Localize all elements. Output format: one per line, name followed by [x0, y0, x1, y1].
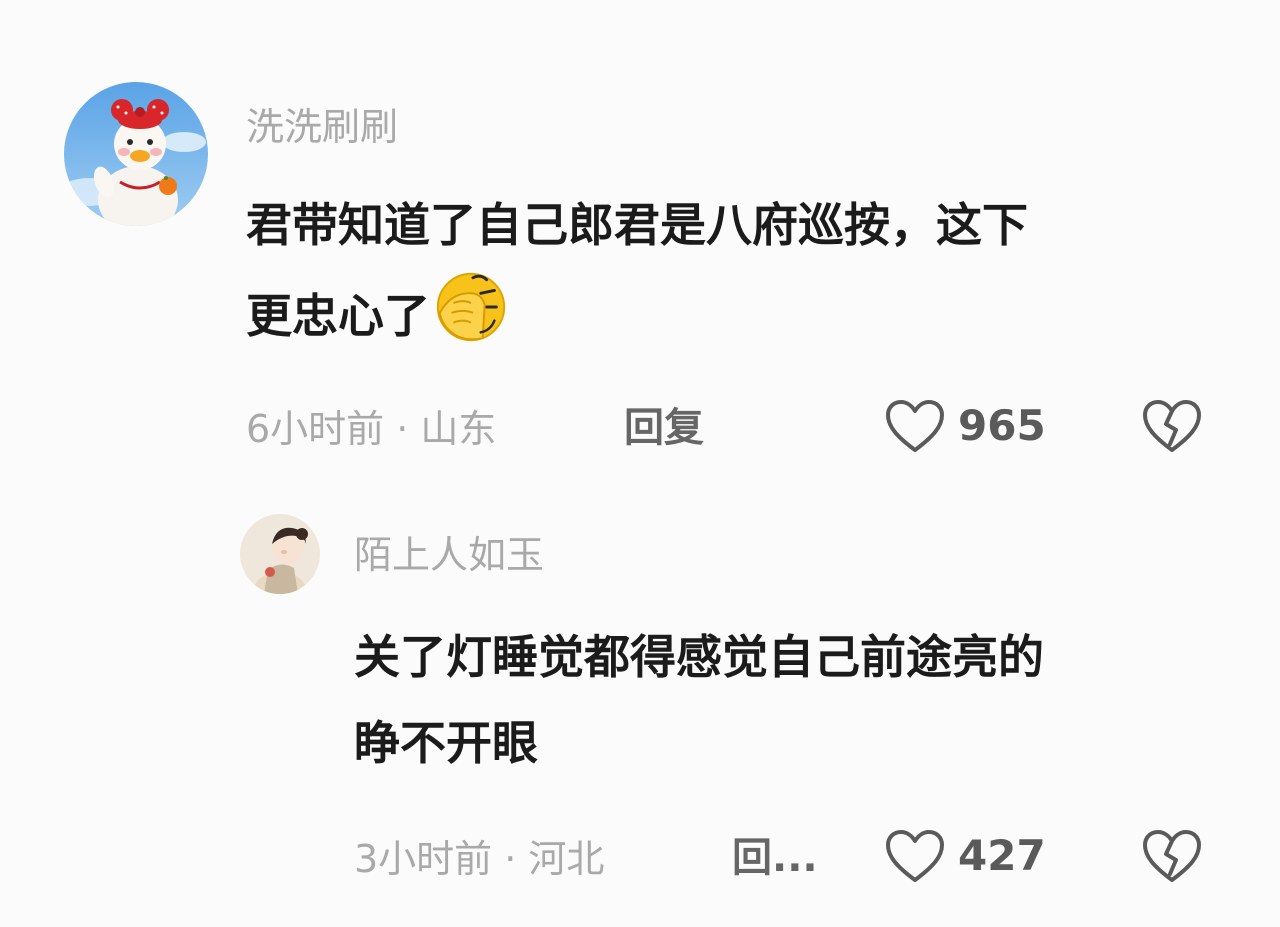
username[interactable]: 陌上人如玉: [354, 536, 544, 574]
reply-button[interactable]: 回复: [624, 408, 704, 448]
facepalm-emoji-icon: [436, 272, 506, 342]
comment-line-with-emoji: 更忠心了: [246, 268, 1028, 359]
duck-avatar-image: [64, 82, 208, 226]
reply-button[interactable]: 回...: [732, 838, 818, 878]
username[interactable]: 洗洗刷刷: [246, 108, 398, 146]
like-button[interactable]: 965: [884, 398, 1046, 454]
comment-list: 洗洗刷刷 君带知道了自己郎君是八府巡按，这下 更忠心了 6小时前 · 山东 回复…: [0, 0, 1280, 927]
like-count: 427: [958, 831, 1046, 880]
avatar[interactable]: [240, 514, 320, 594]
comment-line: 关了灯睡觉都得感觉自己前途亮的: [354, 630, 1044, 684]
girl-avatar-image: [240, 514, 320, 594]
heart-outline-icon: [886, 400, 944, 452]
like-button[interactable]: 427: [884, 828, 1046, 884]
comment-line: 更忠心了: [246, 289, 430, 343]
comment-text: 关了灯睡觉都得感觉自己前途亮的 睁不开眼: [354, 614, 1044, 786]
avatar[interactable]: [64, 82, 208, 226]
broken-heart-icon[interactable]: [1142, 828, 1202, 884]
comment-line: 君带知道了自己郎君是八府巡按，这下: [246, 198, 1028, 252]
like-count: 965: [958, 401, 1046, 450]
comment-meta: 6小时前 · 山东: [246, 407, 497, 451]
comment-text: 君带知道了自己郎君是八府巡按，这下 更忠心了: [246, 182, 1028, 359]
broken-heart-icon[interactable]: [1142, 398, 1202, 454]
comment-meta: 3小时前 · 河北: [354, 837, 605, 881]
comment-line: 睁不开眼: [354, 716, 538, 770]
heart-outline-icon: [886, 830, 944, 882]
